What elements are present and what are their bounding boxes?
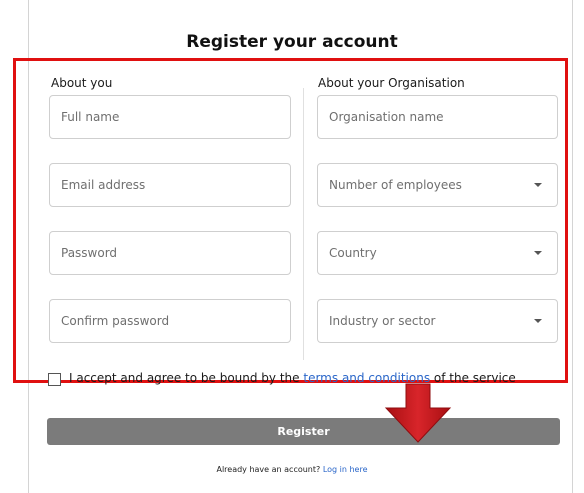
- login-link[interactable]: Log in here: [323, 465, 368, 474]
- chevron-down-icon: [534, 183, 542, 187]
- annotation-arrow-icon: [384, 383, 452, 443]
- password-input[interactable]: Password: [49, 231, 291, 275]
- column-divider: [303, 88, 304, 360]
- employees-select[interactable]: Number of employees: [317, 163, 558, 207]
- frame-border-right: [572, 0, 573, 493]
- industry-select[interactable]: Industry or sector: [317, 299, 558, 343]
- password-placeholder: Password: [61, 246, 118, 260]
- page-title: Register your account: [186, 32, 398, 52]
- registration-page: Register your account About you Full nam…: [0, 0, 584, 493]
- industry-placeholder: Industry or sector: [329, 314, 436, 328]
- employees-placeholder: Number of employees: [329, 178, 462, 192]
- chevron-down-icon: [534, 319, 542, 323]
- organisation-name-input[interactable]: Organisation name: [317, 95, 558, 139]
- login-prompt: Already have an account?: [216, 465, 321, 474]
- full-name-input[interactable]: Full name: [49, 95, 291, 139]
- about-you-heading: About you: [51, 76, 113, 90]
- confirm-password-placeholder: Confirm password: [61, 314, 170, 328]
- terms-prefix: I accept and agree to be bound by the: [69, 371, 300, 385]
- country-select[interactable]: Country: [317, 231, 558, 275]
- terms-checkbox[interactable]: [48, 373, 61, 386]
- register-button[interactable]: Register: [47, 418, 560, 445]
- login-prompt-line: Already have an account? Log in here: [0, 465, 584, 474]
- organisation-name-placeholder: Organisation name: [329, 110, 444, 124]
- chevron-down-icon: [534, 251, 542, 255]
- country-placeholder: Country: [329, 246, 377, 260]
- email-input[interactable]: Email address: [49, 163, 291, 207]
- about-org-heading: About your Organisation: [318, 76, 465, 90]
- confirm-password-input[interactable]: Confirm password: [49, 299, 291, 343]
- full-name-placeholder: Full name: [61, 110, 120, 124]
- email-placeholder: Email address: [61, 178, 146, 192]
